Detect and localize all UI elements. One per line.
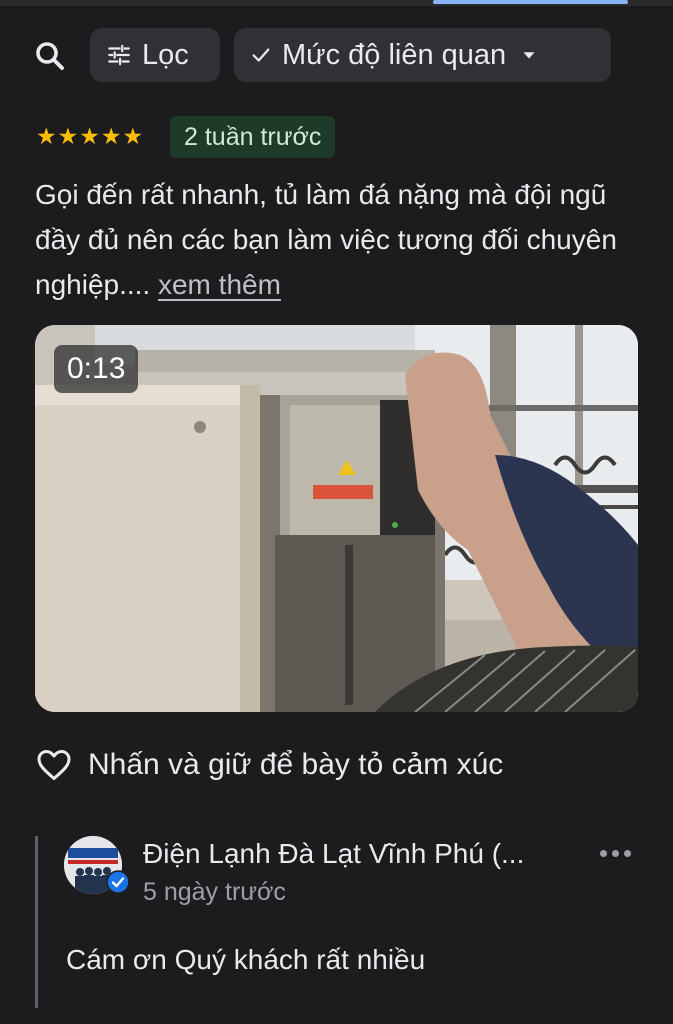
star-icon: ★ — [100, 123, 122, 149]
dot — [624, 850, 631, 857]
reply-date: 5 ngày trước — [143, 878, 286, 906]
video-duration: 0:13 — [54, 345, 139, 393]
filter-label: Lọc — [142, 38, 189, 71]
heart-icon — [37, 750, 71, 780]
sort-chip[interactable]: Mức độ liên quan — [234, 28, 611, 82]
review-text: Gọi đến rất nhanh, tủ làm đá nặng mà đội… — [35, 172, 645, 307]
star-icon: ★ — [57, 123, 79, 149]
top-progress-bar — [0, 0, 673, 6]
verified-badge-icon — [106, 870, 130, 894]
search-button[interactable] — [32, 38, 68, 74]
check-icon — [252, 48, 270, 62]
star-icon: ★ — [79, 123, 100, 149]
caret-down-icon — [523, 52, 535, 59]
sort-label: Mức độ liên quan — [282, 38, 507, 71]
reply-indent-bar — [35, 836, 38, 1008]
reaction-button[interactable]: Nhấn và giữ để bày tỏ cảm xúc — [36, 748, 503, 782]
owner-name[interactable]: Điện Lạnh Đà Lạt Vĩnh Phú (... — [143, 838, 524, 870]
reaction-label: Nhấn và giữ để bày tỏ cảm xúc — [88, 748, 504, 781]
star-icon: ★ — [36, 123, 57, 149]
progress-segment — [433, 0, 628, 4]
star-icon: ★ — [122, 123, 144, 149]
reply-text: Cám ơn Quý khách rất nhiều — [66, 944, 426, 975]
review-date-badge: 2 tuần trước — [170, 116, 336, 158]
search-icon — [36, 42, 64, 70]
see-more-link[interactable]: xem thêm — [158, 269, 281, 300]
filter-chip[interactable]: Lọc — [90, 28, 220, 82]
more-options-icon[interactable] — [600, 850, 631, 857]
dot — [600, 850, 607, 857]
review-body: Gọi đến rất nhanh, tủ làm đá nặng mà đội… — [35, 179, 617, 300]
dot — [612, 850, 619, 857]
tune-icon — [108, 44, 130, 66]
star-rating: ★ ★ ★ ★ ★ — [36, 124, 143, 148]
